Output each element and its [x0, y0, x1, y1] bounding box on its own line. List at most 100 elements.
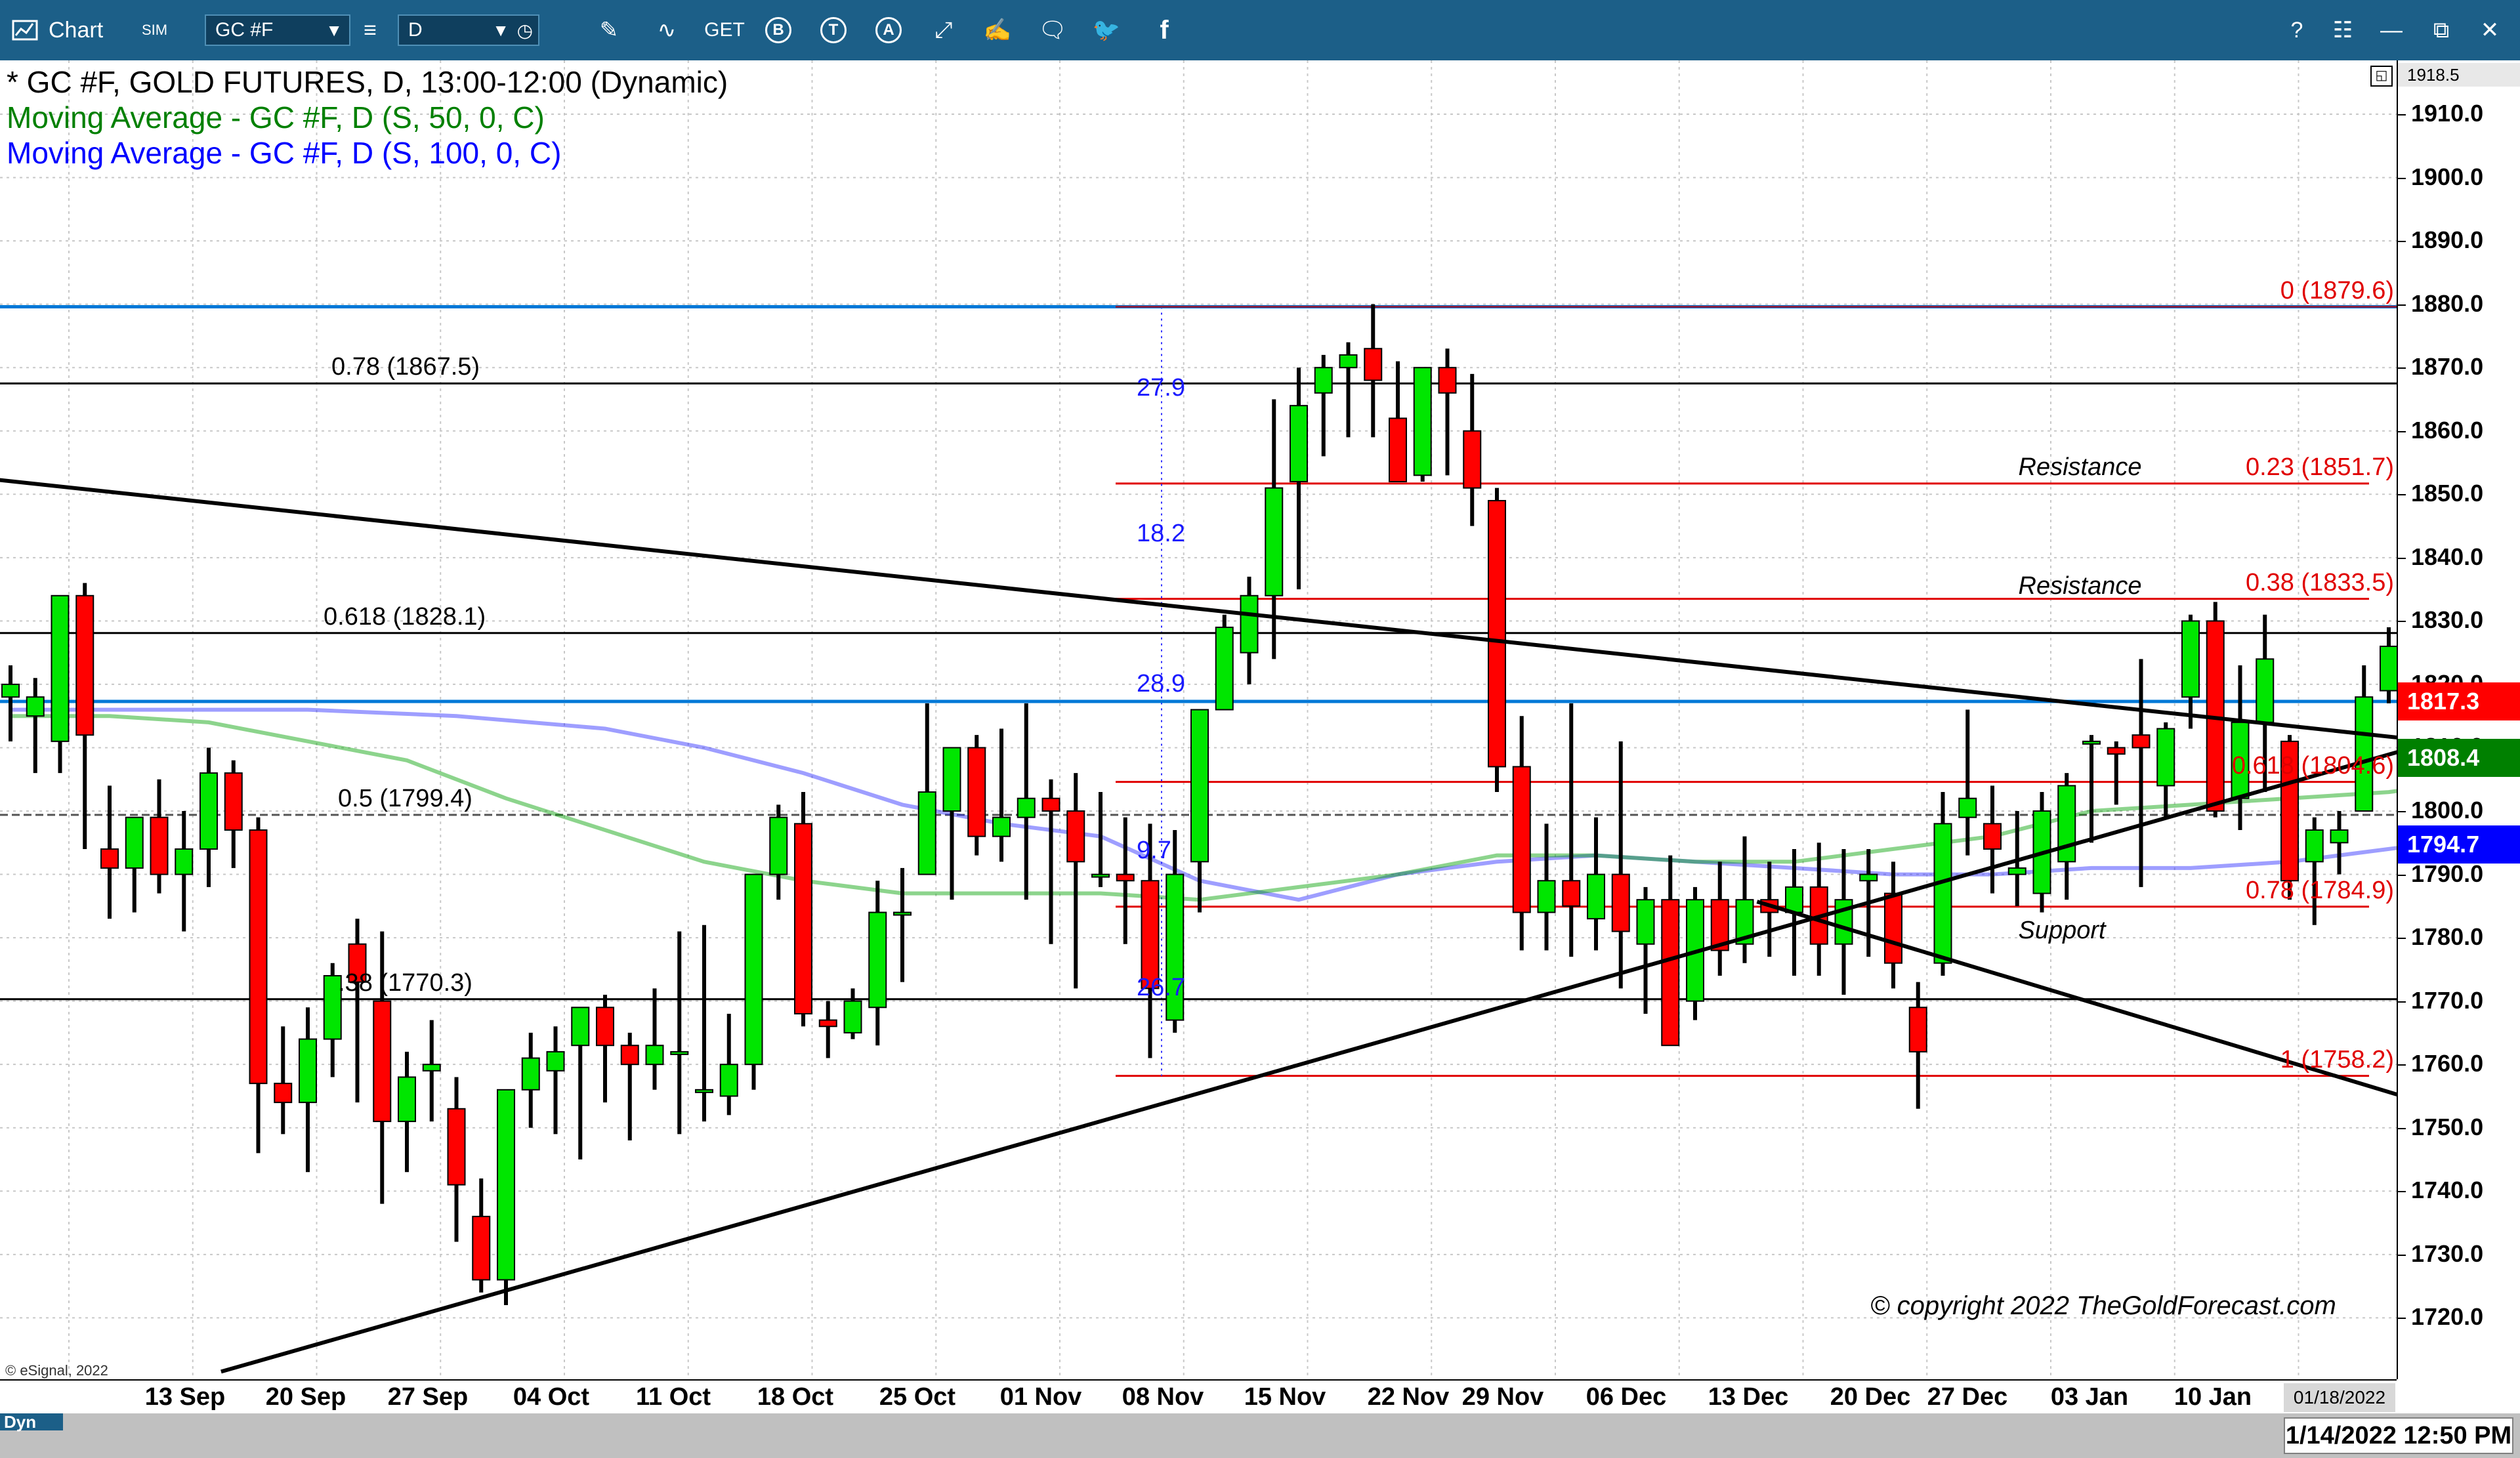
price-tick-mark — [2398, 557, 2406, 559]
restore-icon[interactable]: ⧉ — [2426, 14, 2457, 46]
table-icon[interactable]: ☷ — [2327, 14, 2359, 46]
date-label: 22 Nov — [1367, 1383, 1450, 1411]
candle-up — [645, 1045, 664, 1066]
date-label: 20 Sep — [265, 1383, 346, 1411]
price-tick-label: 1870.0 — [2411, 353, 2484, 381]
price-tick-mark — [2398, 938, 2406, 940]
interval-value: D — [408, 19, 423, 41]
interval-input[interactable]: D ▼ ◷ — [398, 14, 539, 46]
candle-down — [596, 1007, 614, 1047]
candle-down — [1562, 880, 1581, 907]
chart-plot-area[interactable]: * GC #F, GOLD FUTURES, D, 13:00-12:00 (D… — [0, 60, 2397, 1379]
date-label: 13 Sep — [144, 1383, 226, 1411]
esignal-credit: © eSignal, 2022 — [5, 1362, 108, 1379]
chart-title: * GC #F, GOLD FUTURES, D, 13:00-12:00 (D… — [7, 65, 728, 99]
price-tick-mark — [2398, 1001, 2406, 1003]
fib-left-label: 0.78 (1867.5) — [331, 353, 480, 381]
copyright-text: © copyright 2022 TheGoldForecast.com — [1870, 1291, 2336, 1320]
price-tag: 1794.7 — [2398, 825, 2520, 864]
list-icon[interactable]: ≡ — [354, 14, 386, 46]
date-label: 03 Jan — [2050, 1383, 2129, 1411]
candle-down — [967, 747, 986, 837]
fib-segment-label: 26.7 — [1137, 974, 1185, 1002]
date-label: 18 Oct — [757, 1383, 834, 1411]
candle-up — [521, 1057, 540, 1091]
twitter-icon[interactable]: 🐦 — [1091, 14, 1122, 46]
t-circle-icon[interactable]: T — [818, 14, 849, 46]
b-circle-icon[interactable]: B — [763, 14, 794, 46]
candle-up — [51, 594, 70, 742]
fib-segment-label: 9.7 — [1137, 836, 1171, 864]
wave-icon[interactable]: ∿ — [651, 14, 682, 46]
edit-icon[interactable]: ✍ — [982, 14, 1013, 46]
candle-up — [2057, 785, 2076, 863]
price-tick-mark — [2398, 811, 2406, 813]
candle-up — [422, 1064, 441, 1072]
candle-up — [1240, 594, 1259, 654]
price-tick-label: 1860.0 — [2411, 416, 2484, 444]
move-icon[interactable]: ⤢ — [928, 14, 959, 46]
chart-icon — [12, 0, 38, 60]
candle-up — [1636, 899, 1655, 945]
candle-down — [620, 1045, 639, 1066]
candle-up — [1314, 367, 1333, 394]
price-tick-mark — [2398, 1064, 2406, 1066]
dyn-label[interactable]: Dyn — [0, 1413, 63, 1430]
candle-up — [299, 1038, 317, 1104]
fib-right-label: 0 (1879.6) — [2280, 276, 2394, 304]
chevron-down-icon[interactable]: ▼ — [492, 20, 509, 41]
candle-down — [249, 829, 268, 1085]
candle-down — [373, 1000, 392, 1123]
candle-up — [546, 1051, 565, 1072]
date-label: 20 Dec — [1830, 1383, 1911, 1411]
fib-segment-label: 27.9 — [1137, 374, 1185, 402]
candle-down — [472, 1215, 491, 1281]
clock-icon[interactable]: ◷ — [517, 20, 533, 41]
time-axis[interactable]: 13 Sep 20 Sep 27 Sep 04 Oct 11 Oct 18 Oct 25 O… — [0, 1379, 2397, 1413]
a-circle-icon[interactable]: A — [873, 14, 904, 46]
chevron-down-icon[interactable]: ▼ — [326, 20, 343, 41]
candle-down — [1141, 880, 1160, 989]
candle-down — [1364, 348, 1383, 381]
price-scale[interactable]: 1720.0 1730.0 1740.0 1750.0 1760.0 1770.0 1780… — [2397, 60, 2520, 1379]
close-icon[interactable]: ✕ — [2474, 14, 2506, 46]
symbol-input[interactable]: GC #F ▼ — [205, 14, 350, 46]
ma100-legend[interactable]: Moving Average - GC #F, D (S, 100, 0, C) — [7, 135, 561, 171]
candle-up — [1290, 405, 1308, 483]
minimize-icon[interactable]: — — [2376, 14, 2407, 46]
fib-right-label: 1 (1758.2) — [2280, 1045, 2394, 1073]
candle-down — [1884, 892, 1902, 964]
candle-down — [447, 1108, 466, 1186]
date-label: 13 Dec — [1708, 1383, 1789, 1411]
status-datetime: 1/14/2022 12:50 PM — [2284, 1417, 2513, 1454]
symbol-value: GC #F — [215, 19, 274, 41]
price-tick-mark — [2398, 1318, 2406, 1320]
ma50-legend[interactable]: Moving Average - GC #F, D (S, 50, 0, C) — [7, 100, 545, 135]
fib-right-label: 0.23 (1851.7) — [2245, 453, 2394, 481]
expand-icon[interactable]: ◱ — [2370, 66, 2393, 87]
candle-up — [1215, 627, 1234, 711]
candle-down — [1066, 810, 1085, 863]
pencil-icon[interactable]: ✎ — [593, 14, 625, 46]
get-button[interactable]: GET — [704, 14, 745, 46]
comment-icon[interactable]: 🗨 — [1037, 14, 1068, 46]
candle-down — [794, 823, 812, 1014]
price-tick-label: 1840.0 — [2411, 543, 2484, 570]
sim-label: SIM — [142, 22, 168, 38]
price-tick-label: 1720.0 — [2411, 1303, 2484, 1331]
price-tick-label: 1830.0 — [2411, 606, 2484, 634]
facebook-icon[interactable]: f — [1148, 14, 1180, 46]
candle-up — [868, 911, 887, 1009]
last-date-label: 01/18/2022 — [2284, 1383, 2395, 1412]
price-tick-label: 1740.0 — [2411, 1177, 2484, 1204]
date-label: 10 Jan — [2174, 1383, 2252, 1411]
candle-down — [818, 1019, 837, 1028]
price-tick-mark — [2398, 430, 2406, 432]
candle-up — [992, 816, 1011, 837]
help-button[interactable]: ? — [2281, 14, 2313, 46]
candle-down — [1463, 430, 1482, 489]
chart-canvas[interactable] — [0, 60, 2397, 1379]
price-tick-label: 1750.0 — [2411, 1113, 2484, 1140]
price-tick-label: 1760.0 — [2411, 1050, 2484, 1077]
price-tick-label: 1850.0 — [2411, 480, 2484, 507]
